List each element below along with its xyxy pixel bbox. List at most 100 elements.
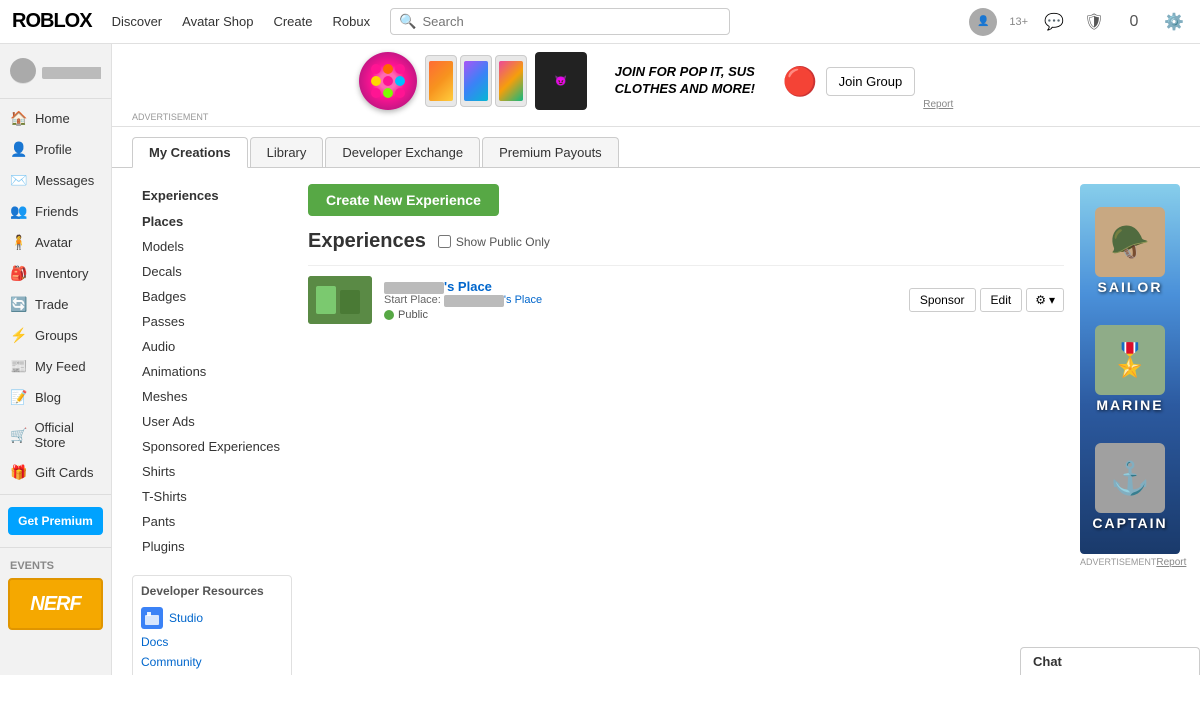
ad-report-link[interactable]: Report xyxy=(923,99,953,110)
notifications-icon[interactable]: 🛡 xyxy=(1080,8,1108,36)
sidebar-item-groups[interactable]: ⚡ Groups xyxy=(0,320,111,351)
chat-bar[interactable]: Chat xyxy=(1020,647,1200,675)
main-content: 😈 JOIN FOR POP IT, SUS CLOTHES AND MORE!… xyxy=(112,44,1200,675)
nerf-banner[interactable]: NERF xyxy=(8,578,103,630)
store-icon: 🛒 xyxy=(10,427,27,444)
sidebar-label-profile: Profile xyxy=(35,142,72,157)
gift-cards-icon: 🎁 xyxy=(10,464,28,481)
gear-icon: ⚙ xyxy=(1035,293,1046,307)
tab-premium-payouts[interactable]: Premium Payouts xyxy=(482,137,619,167)
ad-banner-wrapper: 😈 JOIN FOR POP IT, SUS CLOTHES AND MORE!… xyxy=(112,44,1200,127)
cat-item-badges[interactable]: Badges xyxy=(132,284,292,309)
cat-item-meshes[interactable]: Meshes xyxy=(132,384,292,409)
messages-icon: ✉️ xyxy=(10,172,28,189)
cat-item-animations[interactable]: Animations xyxy=(132,359,292,384)
sidebar-item-friends[interactable]: 👥 Friends xyxy=(0,196,111,227)
cat-item-places[interactable]: Places xyxy=(132,209,292,234)
inventory-icon: 🎒 xyxy=(10,265,28,282)
sidebar-item-inventory[interactable]: 🎒 Inventory xyxy=(0,258,111,289)
dev-res-docs[interactable]: Docs xyxy=(141,632,283,652)
sidebar-item-trade[interactable]: 🔄 Trade xyxy=(0,289,111,320)
experience-item: 's Place Start Place: 's Place Public Sp… xyxy=(308,265,1064,334)
community-link[interactable]: Community xyxy=(141,655,202,669)
sidebar-user[interactable] xyxy=(0,52,111,99)
phone-1 xyxy=(425,55,457,107)
nav-robux[interactable]: Robux xyxy=(332,14,370,29)
right-ad-label-row: ADVERTISEMENT Report xyxy=(1080,557,1180,568)
experience-name[interactable]: 's Place xyxy=(384,279,897,294)
nav-discover[interactable]: Discover xyxy=(112,14,163,29)
cat-item-decals[interactable]: Decals xyxy=(132,259,292,284)
experiences-header: Experiences Show Public Only xyxy=(308,230,1064,253)
dropdown-arrow: ▾ xyxy=(1049,293,1055,307)
start-place-link[interactable]: 's Place xyxy=(444,294,542,306)
cat-item-t-shirts[interactable]: T-Shirts xyxy=(132,484,292,509)
experience-actions: Sponsor Edit ⚙ ▾ xyxy=(909,288,1064,312)
phone-3 xyxy=(495,55,527,107)
age-badge: 13+ xyxy=(1009,16,1028,28)
show-public-checkbox[interactable] xyxy=(438,235,451,248)
show-public-label[interactable]: Show Public Only xyxy=(438,235,550,249)
create-experience-button[interactable]: Create New Experience xyxy=(308,184,499,216)
nav-create[interactable]: Create xyxy=(273,14,312,29)
search-input[interactable] xyxy=(423,14,722,29)
sidebar-item-avatar[interactable]: 🧍 Avatar xyxy=(0,227,111,258)
feed-icon: 📰 xyxy=(10,358,28,375)
cat-item-audio[interactable]: Audio xyxy=(132,334,292,359)
home-icon: 🏠 xyxy=(10,110,28,127)
avatar-icon: 🧍 xyxy=(10,234,28,251)
sidebar-item-my-feed[interactable]: 📰 My Feed xyxy=(0,351,111,382)
sidebar-label-home: Home xyxy=(35,111,70,126)
notification-count[interactable]: 0 xyxy=(1120,8,1148,36)
sidebar-username xyxy=(42,67,101,79)
sidebar-item-messages[interactable]: ✉️ Messages xyxy=(0,165,111,196)
cat-item-shirts[interactable]: Shirts xyxy=(132,459,292,484)
cat-item-plugins[interactable]: Plugins xyxy=(132,534,292,559)
category-sidebar: Experiences Places Models Decals Badges … xyxy=(132,184,292,675)
cat-item-sponsored-experiences[interactable]: Sponsored Experiences xyxy=(132,434,292,459)
cat-item-passes[interactable]: Passes xyxy=(132,309,292,334)
developer-resources-box: Developer Resources Studio Docs xyxy=(132,575,292,675)
sidebar-item-official-store[interactable]: 🛒 Official Store xyxy=(0,413,111,457)
captain-label: CAPTAIN xyxy=(1092,515,1167,531)
phone-2 xyxy=(460,55,492,107)
get-premium-button[interactable]: Get Premium xyxy=(8,507,103,535)
docs-link[interactable]: Docs xyxy=(141,635,168,649)
right-ad-report-link[interactable]: Report xyxy=(1156,557,1186,568)
chat-icon-nav[interactable]: 💬 xyxy=(1040,8,1068,36)
user-avatar-nav[interactable]: 👤 xyxy=(969,8,997,36)
search-bar[interactable]: 🔍 xyxy=(390,8,730,35)
experience-public-status: Public xyxy=(384,309,897,321)
dev-res-studio[interactable]: Studio xyxy=(141,604,283,632)
studio-link[interactable]: Studio xyxy=(169,611,203,625)
tab-my-creations[interactable]: My Creations xyxy=(132,137,248,168)
gear-dropdown-button[interactable]: ⚙ ▾ xyxy=(1026,288,1064,312)
cat-item-models[interactable]: Models xyxy=(132,234,292,259)
right-ad-advertisement-text: ADVERTISEMENT xyxy=(1080,557,1156,568)
settings-icon[interactable]: ⚙️ xyxy=(1160,8,1188,36)
sidebar-item-profile[interactable]: 👤 Profile xyxy=(0,134,111,165)
nav-avatar-shop[interactable]: Avatar Shop xyxy=(182,14,253,29)
sidebar-label-my-feed: My Feed xyxy=(35,359,86,374)
sidebar-item-gift-cards[interactable]: 🎁 Gift Cards xyxy=(0,457,111,488)
public-status-dot xyxy=(384,310,394,320)
sidebar-divider xyxy=(0,494,111,495)
sidebar-item-blog[interactable]: 📝 Blog xyxy=(0,382,111,413)
dev-res-community[interactable]: Community xyxy=(141,652,283,672)
roblox-logo[interactable]: ROBLOX xyxy=(12,10,92,33)
sidebar-divider-2 xyxy=(0,547,111,548)
tab-developer-exchange[interactable]: Developer Exchange xyxy=(325,137,480,167)
sponsor-button[interactable]: Sponsor xyxy=(909,288,976,312)
cat-item-pants[interactable]: Pants xyxy=(132,509,292,534)
experience-start-place: Start Place: 's Place xyxy=(384,294,897,306)
sidebar-label-groups: Groups xyxy=(35,328,78,343)
edit-button[interactable]: Edit xyxy=(980,288,1023,312)
join-group-button[interactable]: Join Group xyxy=(826,67,916,96)
sidebar-item-home[interactable]: 🏠 Home xyxy=(0,103,111,134)
public-status-text: Public xyxy=(398,309,428,321)
ad-label: ADVERTISEMENT xyxy=(112,112,1200,126)
among-us-character: 🔴 xyxy=(783,65,818,98)
tab-library[interactable]: Library xyxy=(250,137,324,167)
cat-item-user-ads[interactable]: User Ads xyxy=(132,409,292,434)
ad-phones xyxy=(425,55,527,107)
